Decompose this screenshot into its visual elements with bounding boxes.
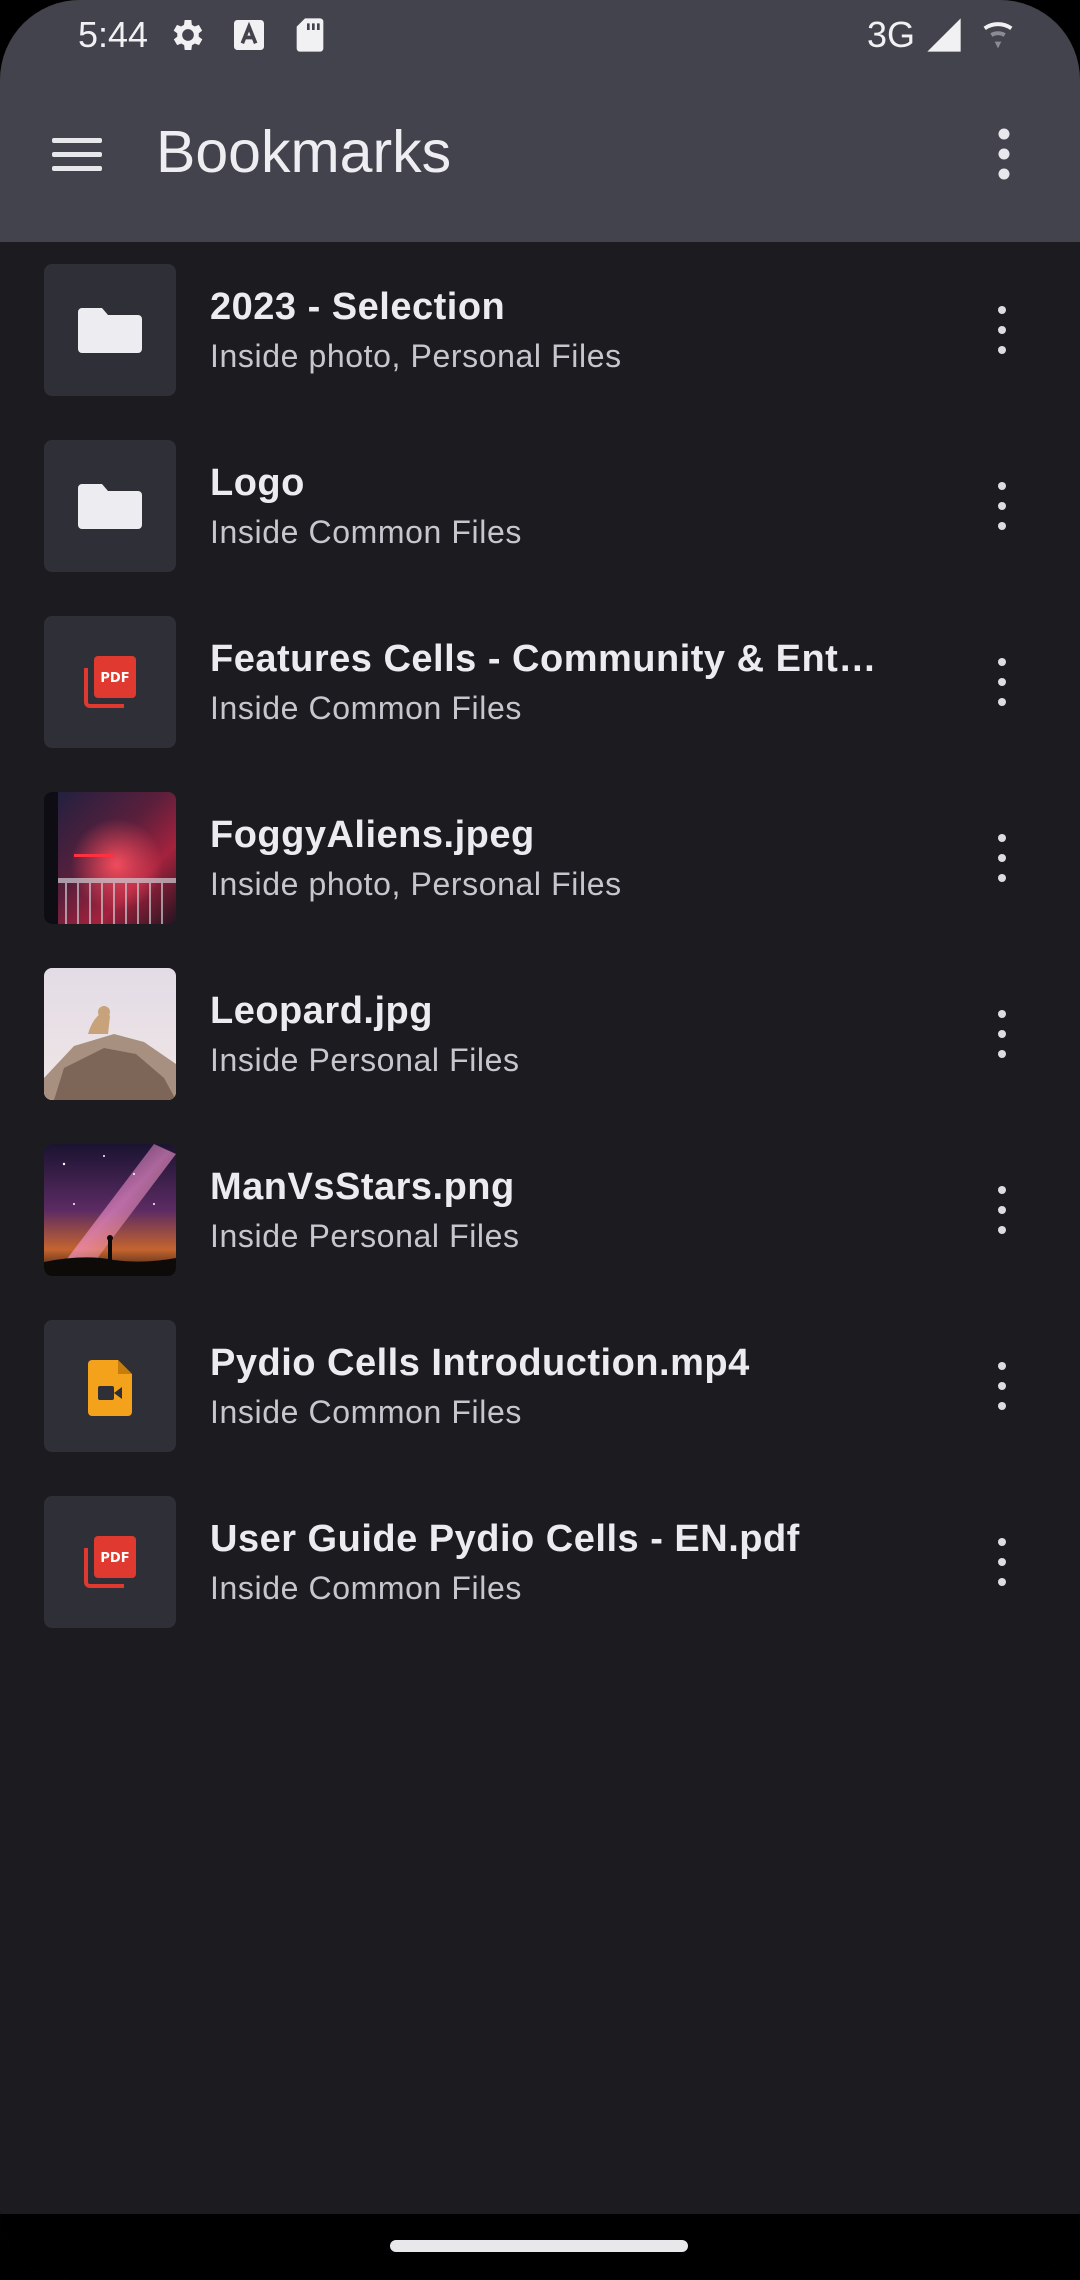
bookmark-name: FoggyAliens.jpeg <box>210 814 535 856</box>
bookmark-name: Logo <box>210 462 305 504</box>
bookmark-row[interactable]: Leopard.jpg Inside Personal Files <box>0 946 1080 1122</box>
bookmark-name: Pydio Cells Introduction.mp4 <box>210 1342 750 1384</box>
foggy-aliens-thumbnail <box>44 792 176 924</box>
bookmark-location: Inside Common Files <box>210 1394 522 1430</box>
bookmark-location: Inside photo, Personal Files <box>210 338 622 374</box>
bookmark-row[interactable]: Logo Inside Common Files <box>0 418 1080 594</box>
row-more-icon[interactable] <box>980 462 1024 550</box>
bookmark-location: Inside Personal Files <box>210 1042 520 1078</box>
folder-icon <box>44 264 176 396</box>
device-screen: 5:44 3G Bookmarks 2023 - Selection Insid… <box>0 0 1080 2280</box>
pdf-icon: PDF <box>44 616 176 748</box>
bookmark-row[interactable]: 2023 - Selection Inside photo, Personal … <box>0 242 1080 418</box>
svg-text:PDF: PDF <box>100 671 129 686</box>
bookmark-location: Inside Common Files <box>210 690 522 726</box>
signal-icon <box>927 18 961 52</box>
leopard-thumbnail <box>44 968 176 1100</box>
wifi-icon <box>983 22 1013 49</box>
bookmark-location: Inside Common Files <box>210 514 522 550</box>
bookmark-row[interactable]: ManVsStars.png Inside Personal Files <box>0 1122 1080 1298</box>
sd-card-icon <box>296 18 324 52</box>
bookmark-name: ManVsStars.png <box>210 1166 515 1208</box>
bookmark-name: User Guide Pydio Cells - EN.pdf <box>210 1518 800 1560</box>
page-title: Bookmarks <box>156 119 452 185</box>
row-more-icon[interactable] <box>980 286 1024 374</box>
bookmark-location: Inside Personal Files <box>210 1218 520 1254</box>
row-more-icon[interactable] <box>980 638 1024 726</box>
home-gesture-handle[interactable] <box>390 2240 688 2252</box>
row-more-icon[interactable] <box>980 1166 1024 1254</box>
network-type: 3G <box>867 14 916 55</box>
man-vs-stars-thumbnail <box>44 1144 176 1276</box>
bookmark-row[interactable]: Pydio Cells Introduction.mp4 Inside Comm… <box>0 1298 1080 1474</box>
svg-text:PDF: PDF <box>100 1551 129 1566</box>
video-file-icon <box>44 1320 176 1452</box>
bookmark-row[interactable]: PDF Features Cells - Community & Enter… … <box>0 594 1080 770</box>
row-more-icon[interactable] <box>980 1518 1024 1606</box>
status-time: 5:44 <box>78 14 149 55</box>
more-vertical-icon[interactable] <box>974 118 1034 190</box>
status-bar: 5:44 3G <box>0 0 1080 72</box>
bookmark-row[interactable]: PDF User Guide Pydio Cells - EN.pdf Insi… <box>0 1474 1080 1650</box>
bookmark-location: Inside Common Files <box>210 1570 522 1606</box>
text-a-icon <box>234 20 264 50</box>
row-more-icon[interactable] <box>980 814 1024 902</box>
hamburger-menu-icon[interactable] <box>36 118 116 190</box>
bookmark-name: 2023 - Selection <box>210 286 506 328</box>
folder-icon <box>44 440 176 572</box>
top-bar: 5:44 3G Bookmarks <box>0 0 1080 242</box>
bookmark-name: Leopard.jpg <box>210 990 433 1032</box>
bookmark-list: 2023 - Selection Inside photo, Personal … <box>0 242 1080 1650</box>
pdf-icon: PDF <box>44 1496 176 1628</box>
settings-icon <box>173 20 203 50</box>
row-more-icon[interactable] <box>980 1342 1024 1430</box>
row-more-icon[interactable] <box>980 990 1024 1078</box>
bookmark-name: Features Cells - Community & Enter… <box>210 638 890 680</box>
bookmark-location: Inside photo, Personal Files <box>210 866 622 902</box>
bookmark-row[interactable]: FoggyAliens.jpeg Inside photo, Personal … <box>0 770 1080 946</box>
